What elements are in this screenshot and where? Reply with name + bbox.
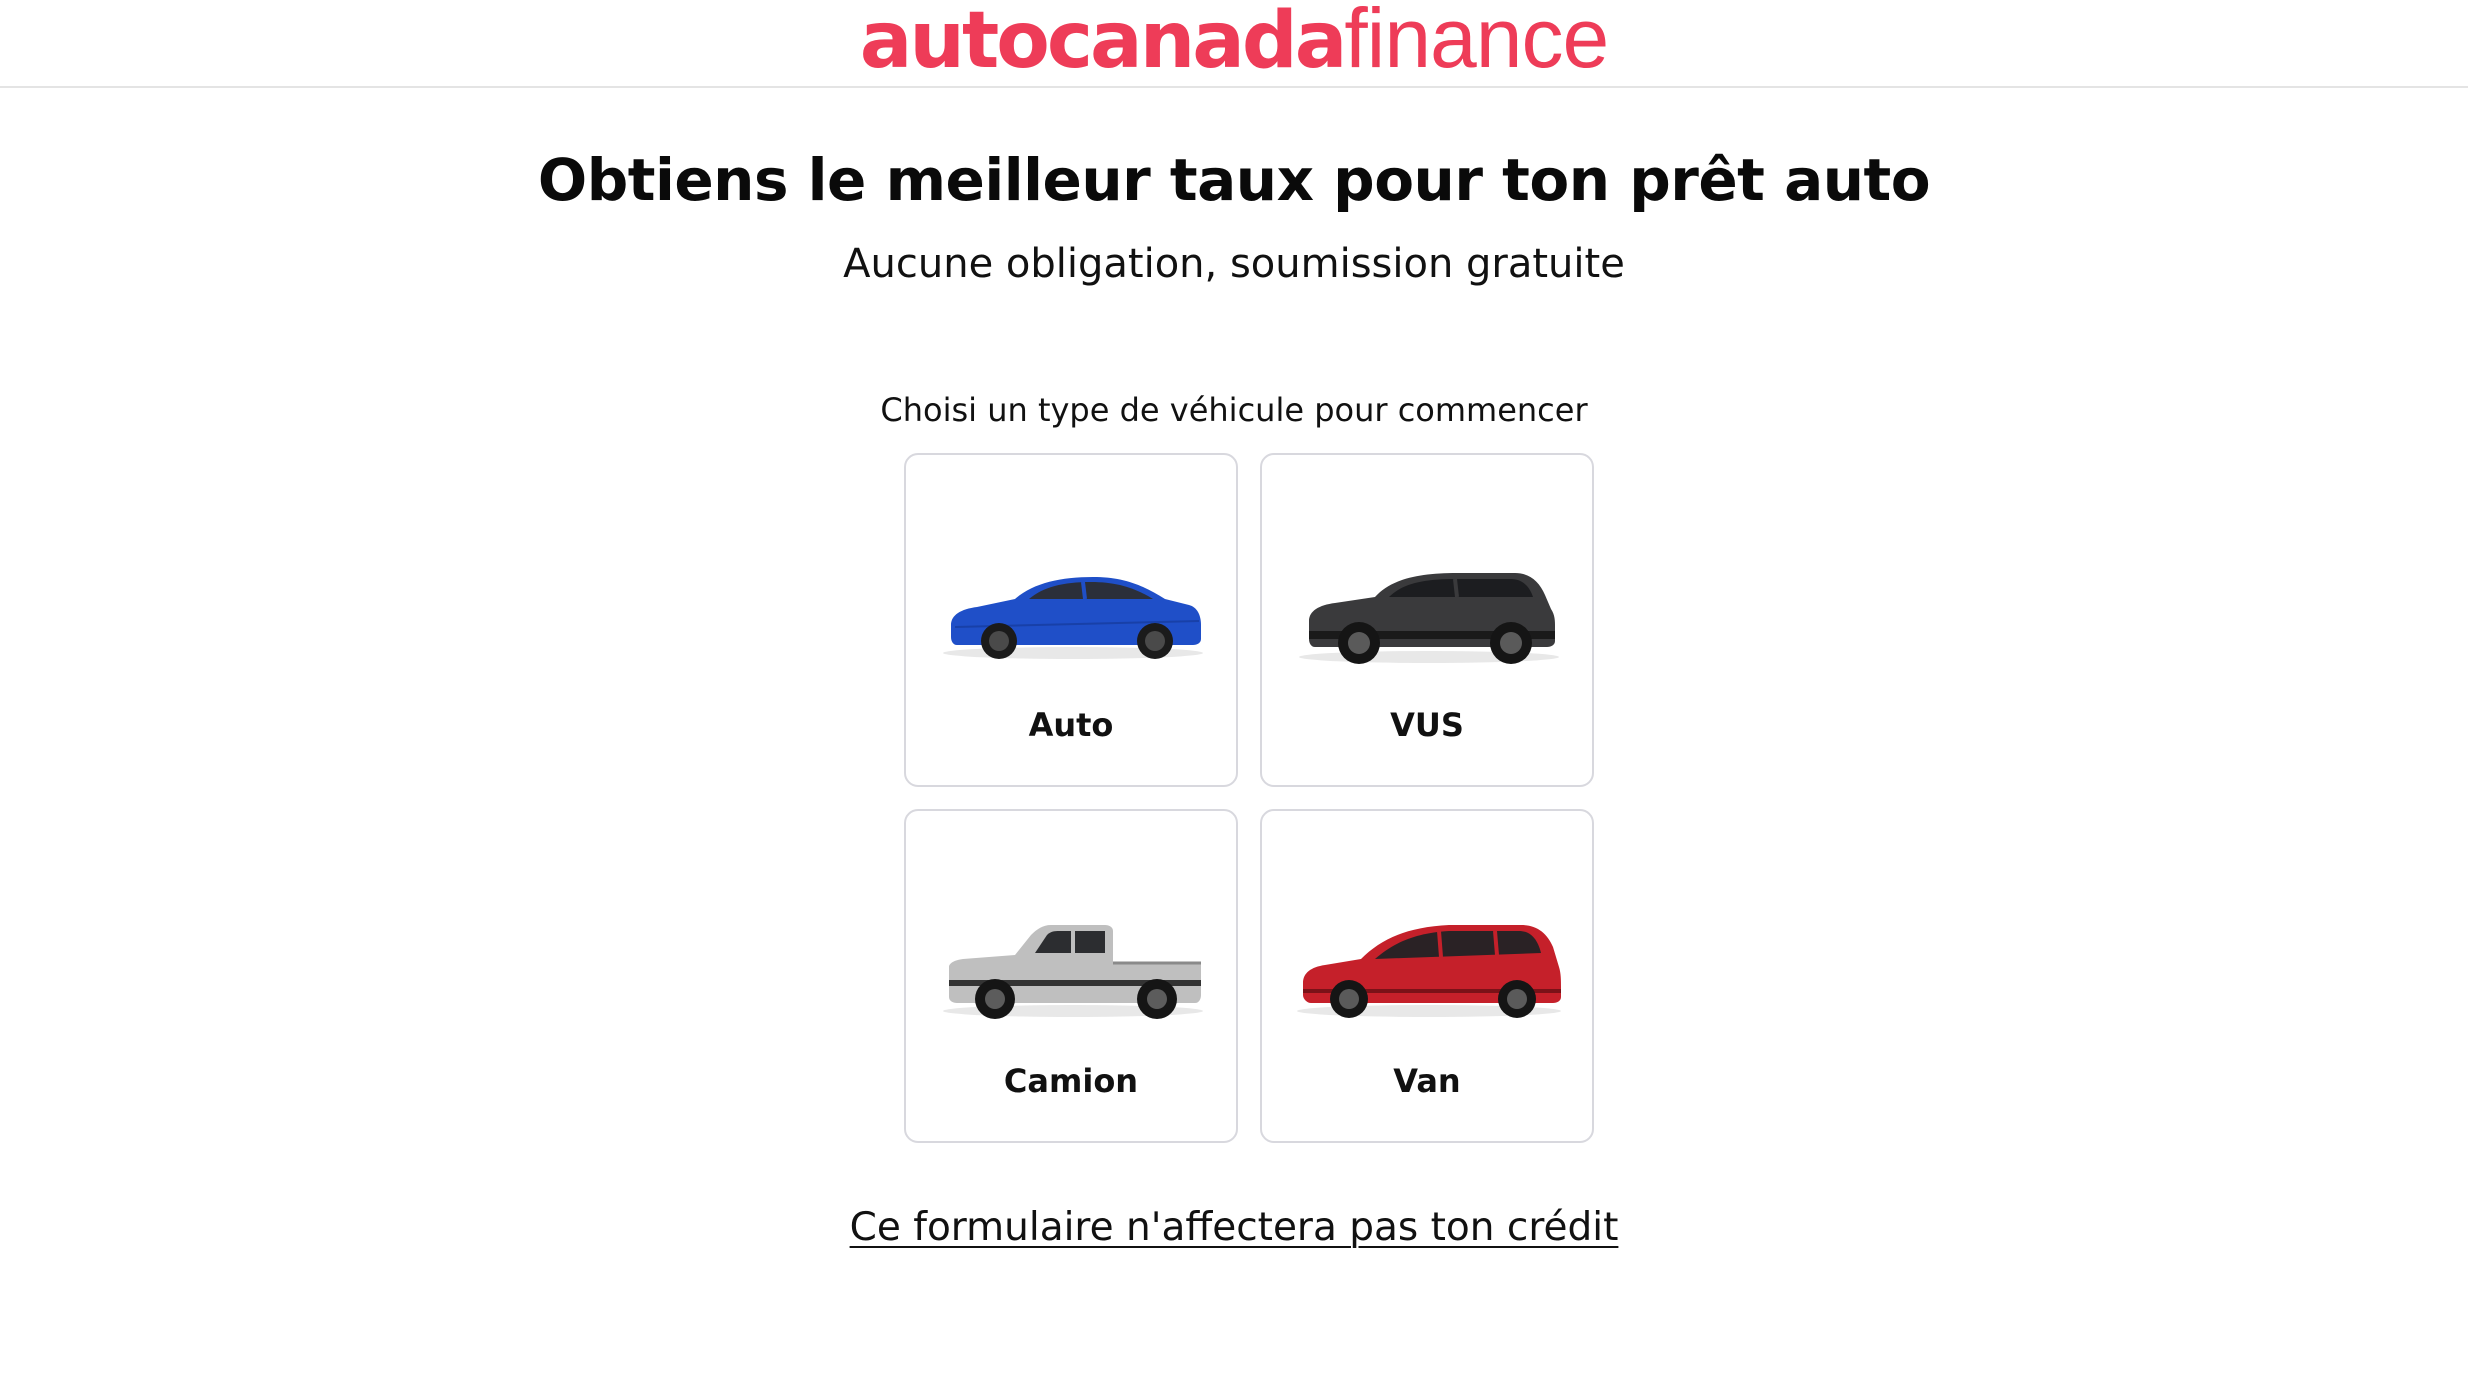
page-subtitle: Aucune obligation, soumission gratuite <box>843 241 1625 287</box>
vehicle-option-vus[interactable]: VUS <box>1260 453 1594 787</box>
vehicle-option-label: Auto <box>1028 706 1114 744</box>
vehicle-option-auto[interactable]: Auto <box>904 453 1238 787</box>
credit-disclaimer: Ce formulaire n'affectera pas ton crédit <box>0 1200 2468 1256</box>
vehicle-option-camion[interactable]: Camion <box>904 809 1238 1143</box>
brand-logo[interactable]: autocanadafinance <box>0 0 2468 91</box>
suv-image <box>1299 573 1559 664</box>
vehicle-type-grid: Auto VUS Camion Van <box>904 453 1596 1145</box>
logo-text-light: finance <box>1344 0 1609 85</box>
logo-text-bold: autocanada <box>859 0 1348 86</box>
minivan-image <box>1297 925 1561 1018</box>
page-title: Obtiens le meilleur taux pour ton prêt a… <box>537 146 1931 214</box>
pickup-truck-image <box>943 925 1203 1019</box>
site-header: autocanadafinance <box>0 0 2468 88</box>
vehicle-option-van[interactable]: Van <box>1260 809 1594 1143</box>
credit-disclaimer-link[interactable]: Ce formulaire n'affectera pas ton crédit <box>850 1205 1619 1250</box>
vehicle-option-label: VUS <box>1390 706 1464 744</box>
vehicle-type-prompt: Choisi un type de véhicule pour commence… <box>880 391 1588 429</box>
vehicle-option-label: Van <box>1393 1062 1461 1100</box>
sedan-image <box>943 577 1203 659</box>
vehicle-option-label: Camion <box>1003 1062 1139 1100</box>
